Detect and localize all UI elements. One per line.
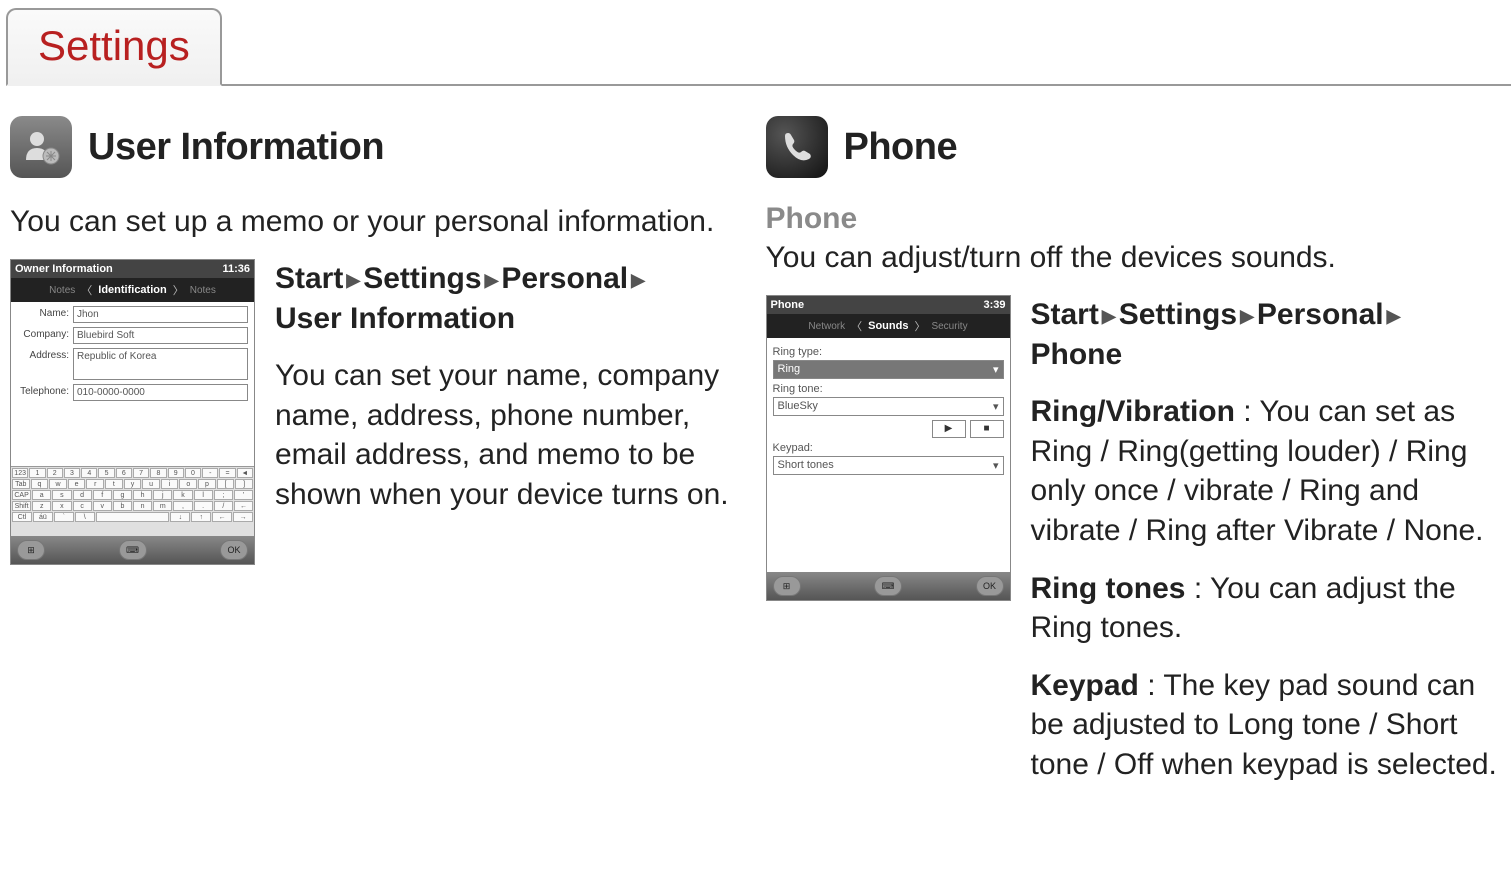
ring-type-dropdown[interactable]: Ring▾ [773, 360, 1004, 379]
name-label: Name: [17, 306, 69, 319]
ring-tone-label: Ring tone: [773, 383, 1004, 395]
user-info-icon [10, 116, 72, 178]
user-info-screenshot: Owner Information 11:36 Notes 〈 Identifi… [10, 259, 255, 565]
phone-screenshot-time: 3:39 [983, 299, 1005, 311]
user-info-title: User Information [88, 126, 384, 169]
phone-tab-right: Security [931, 321, 967, 332]
user-info-intro: You can set up a memo or your personal i… [10, 202, 746, 241]
screenshot-title: Owner Information [15, 263, 113, 275]
phone-screenshot-title: Phone [771, 299, 805, 311]
play-button[interactable]: ▶ [932, 420, 966, 438]
company-label: Company: [17, 327, 69, 340]
address-input[interactable]: Republic of Korea [73, 348, 248, 380]
phone-screenshot: Phone 3:39 Network 〈 Sounds 〉 Security R… [766, 295, 1011, 601]
settings-tab[interactable]: Settings [6, 8, 222, 86]
phone-title: Phone [844, 126, 958, 169]
ok-button[interactable]: OK [220, 540, 248, 560]
keypad-text: Keypad : The key pad sound can be adjust… [1031, 666, 1502, 785]
screenshot-time: 11:36 [222, 263, 250, 275]
telephone-label: Telephone: [17, 384, 69, 397]
chevron-left-icon: 〈 [81, 282, 92, 298]
ring-type-label: Ring type: [773, 346, 1004, 358]
keyboard-button-icon[interactable]: ⌨ [874, 576, 902, 596]
phone-tab-mid: Sounds [868, 320, 908, 332]
phone-header: Phone [766, 116, 1502, 178]
phone-tab-left: Network [808, 321, 845, 332]
chevron-right-icon: 〉 [173, 282, 184, 298]
screenshot-tab-left: Notes [49, 285, 75, 296]
telephone-input[interactable]: 010-0000-0000 [73, 384, 248, 401]
content-area: User Information You can set up a memo o… [0, 86, 1511, 803]
user-info-body: You can set your name, company name, add… [275, 356, 746, 514]
right-column: Phone Phone You can adjust/turn off the … [756, 116, 1511, 803]
phone-text: Start▶Settings▶Personal▶Phone Ring/Vibra… [1031, 295, 1502, 803]
user-info-text: Start▶Settings▶Personal▶User Information… [275, 259, 746, 565]
name-input[interactable]: Jhon [73, 306, 248, 323]
keypad-dropdown[interactable]: Short tones▾ [773, 456, 1004, 475]
phone-subhead: Phone [766, 202, 1502, 236]
chevron-right-icon: 〉 [914, 318, 925, 334]
phone-icon [766, 116, 828, 178]
keypad-label: Keypad: [773, 442, 1004, 454]
phone-intro: You can adjust/turn off the devices soun… [766, 238, 1502, 277]
onscreen-keyboard[interactable]: 1231234567890-=◄ Tabqwertyuiop[] CAPasdf… [11, 466, 254, 536]
company-input[interactable]: Bluebird Soft [73, 327, 248, 344]
start-button-icon[interactable]: ⊞ [773, 576, 801, 596]
start-button-icon[interactable]: ⊞ [17, 540, 45, 560]
screenshot-tab-right: Notes [190, 285, 216, 296]
stop-button[interactable]: ■ [970, 420, 1004, 438]
keyboard-button-icon[interactable]: ⌨ [119, 540, 147, 560]
phone-path: Start▶Settings▶Personal▶Phone [1031, 295, 1502, 374]
phone-detail: Phone 3:39 Network 〈 Sounds 〉 Security R… [766, 295, 1502, 803]
user-info-path: Start▶Settings▶Personal▶User Information [275, 259, 746, 338]
ring-tones-text: Ring tones : You can adjust the Ring ton… [1031, 569, 1502, 648]
left-column: User Information You can set up a memo o… [0, 116, 756, 803]
ring-vibration-text: Ring/Vibration : You can set as Ring / R… [1031, 392, 1502, 550]
chevron-left-icon: 〈 [851, 318, 862, 334]
user-info-header: User Information [10, 116, 746, 178]
tab-bar: Settings [6, 0, 1511, 86]
address-label: Address: [17, 348, 69, 361]
user-info-detail: Owner Information 11:36 Notes 〈 Identifi… [10, 259, 746, 565]
screenshot-tab-mid: Identification [98, 284, 166, 296]
ok-button[interactable]: OK [976, 576, 1004, 596]
ring-tone-dropdown[interactable]: BlueSky▾ [773, 397, 1004, 416]
